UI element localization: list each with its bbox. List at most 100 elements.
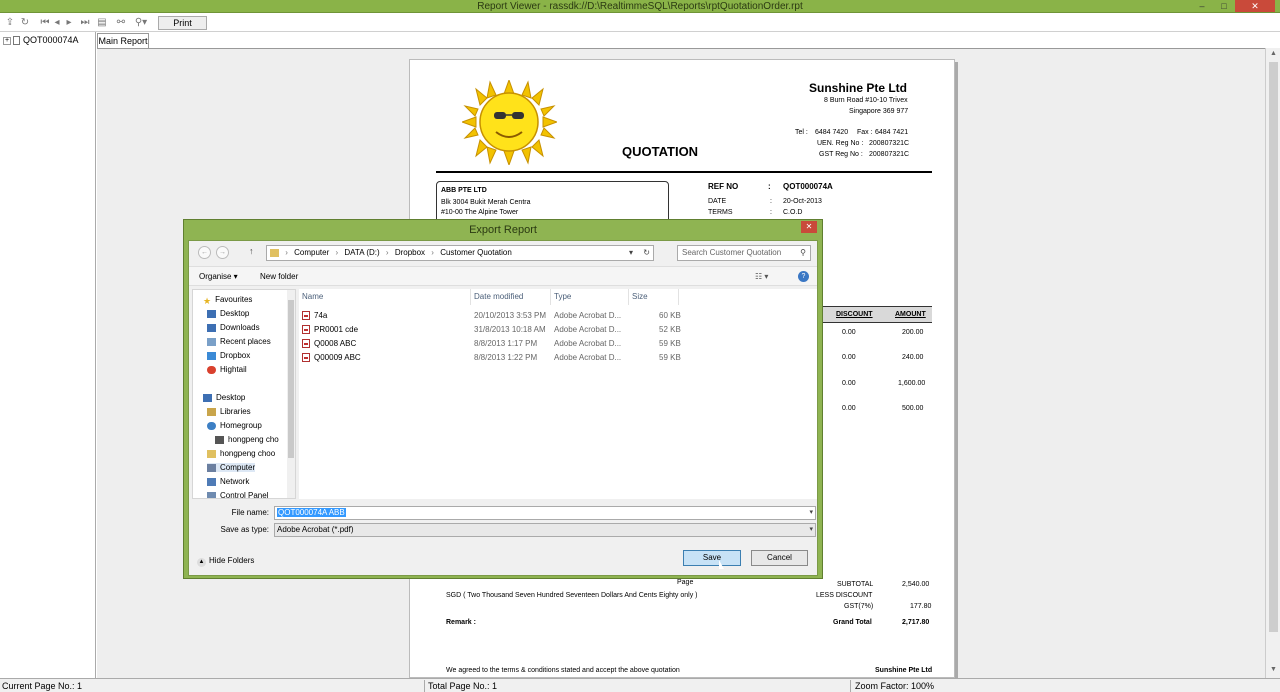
fax-value: 6484 7421 [875,129,909,136]
nav-network[interactable]: Network [207,477,249,486]
scrollbar-thumb[interactable] [288,300,294,458]
breadcrumb-customer-quotation[interactable]: Customer Quotation [440,248,512,257]
breadcrumb-dropbox[interactable]: Dropbox [395,248,425,257]
status-divider [424,680,425,692]
nav-hightail[interactable]: Hightail [207,365,247,374]
refresh-icon[interactable]: ↻ [643,246,650,260]
column-size[interactable]: Size [629,289,679,305]
user-icon [215,435,224,444]
save-type-value: Adobe Acrobat (*.pdf) [277,525,354,534]
tab-main-report[interactable]: Main Report [97,33,149,48]
save-type-dropdown-icon[interactable]: ▾ [809,524,813,536]
help-icon[interactable]: ? [798,271,809,282]
nav-scrollbar[interactable] [287,290,295,498]
address-dropdown-icon[interactable]: ▾ [629,246,633,260]
pdf-file-icon [302,339,310,349]
search-placeholder: Search Customer Quotation [682,248,782,257]
scroll-down-icon[interactable]: ▼ [1266,666,1280,673]
customer-address-1: Blk 3004 Bukit Merah Centra [441,199,531,206]
organise-button[interactable]: Organise ▾ [199,270,238,284]
nav-recent-places[interactable]: Recent places [207,337,271,346]
print-button[interactable]: Print [158,16,207,30]
view-options-icon[interactable]: ☷ ▾ [755,270,768,284]
hide-folders-button[interactable]: ▲ Hide Folders [197,556,254,567]
expand-icon[interactable]: + [3,36,11,45]
column-name[interactable]: Name [299,289,471,305]
file-row[interactable]: PR0001 cde 31/8/2013 10:18 AM Adobe Acro… [299,323,817,337]
discount-header: DISCOUNT [836,311,873,318]
file-row[interactable]: 74a 20/10/2013 3:53 PM Adobe Acrobat D..… [299,309,817,323]
file-name: Q00009 ABC [314,353,361,362]
tree-item[interactable]: + QOT000074A [3,35,79,46]
nav-label: hongpeng choo [220,449,276,458]
dialog-title: Export Report [469,224,537,236]
file-name-input[interactable]: QOT000074A ABB ▾ [274,506,816,520]
nav-user[interactable]: hongpeng cho [215,435,279,444]
back-icon[interactable]: ← [198,246,211,259]
nav-computer[interactable]: Computer [207,463,256,472]
export-icon[interactable]: ⇪ [3,16,17,30]
amount-cell: 500.00 [902,405,924,412]
discount-cell: 0.00 [842,405,856,412]
file-name-dropdown-icon[interactable]: ▾ [809,507,813,519]
nav-label: Homegroup [220,421,262,430]
header-rule [436,171,932,173]
goto-page-icon[interactable]: ▤ [95,16,109,30]
address-bar[interactable]: › Computer › DATA (D:) › Dropbox › Custo… [266,245,654,261]
vertical-scrollbar[interactable]: ▲ ▼ [1265,48,1280,678]
search-icon[interactable]: ⚲ [800,246,806,260]
scrollbar-thumb[interactable] [1269,62,1278,632]
scroll-up-icon[interactable]: ▲ [1266,50,1280,57]
nav-desktop-root[interactable]: Desktop [203,393,245,402]
breadcrumb-drive[interactable]: DATA (D:) [344,248,379,257]
last-page-icon[interactable]: ⏭ [78,16,92,30]
pdf-file-icon [302,325,310,335]
save-button[interactable]: Save [683,550,741,566]
nav-label: Recent places [220,337,271,346]
save-type-select[interactable]: Adobe Acrobat (*.pdf) ▾ [274,523,816,537]
cancel-button[interactable]: Cancel [751,550,808,566]
group-tree: + QOT000074A [0,32,96,678]
file-name-value: QOT000074A ABB [277,508,346,517]
nav-user-folder[interactable]: hongpeng choo [207,449,275,458]
agreement-text: We agreed to the terms & conditions stat… [446,667,680,674]
new-folder-button[interactable]: New folder [260,270,298,284]
nav-favourites[interactable]: ★ Favourites [203,295,252,306]
file-size: 52 KB [659,325,681,334]
terms-label: TERMS [708,209,733,216]
file-row[interactable]: Q0008 ABC 8/8/2013 1:17 PM Adobe Acrobat… [299,337,817,351]
gst-reg-label: GST Reg No : [819,151,863,158]
pdf-file-icon [302,311,310,321]
nav-desktop[interactable]: Desktop [207,309,249,318]
nav-homegroup[interactable]: Homegroup [207,421,262,430]
amount-cell: 200.00 [902,329,924,336]
nav-label: Downloads [220,323,260,332]
up-icon[interactable]: ↑ [249,246,254,256]
next-page-icon[interactable]: ▸ [62,16,76,30]
star-icon: ★ [203,295,212,306]
refresh-icon[interactable]: ↻ [18,16,32,30]
find-icon[interactable]: ⚯ [114,16,128,30]
minimize-button[interactable]: – [1191,0,1213,12]
dialog-close-button[interactable]: ✕ [801,221,817,233]
forward-icon[interactable]: → [216,246,229,259]
zoom-icon[interactable]: ⚲▾ [134,16,148,30]
column-date-modified[interactable]: Date modified [471,289,551,305]
nav-downloads[interactable]: Downloads [207,323,260,332]
file-row[interactable]: Q00009 ABC 8/8/2013 1:22 PM Adobe Acroba… [299,351,817,365]
nav-libraries[interactable]: Libraries [207,407,251,416]
close-button[interactable]: ✕ [1235,0,1275,12]
nav-control-panel[interactable]: Control Panel [207,491,268,498]
path-separator: › [431,248,434,257]
nav-dropbox[interactable]: Dropbox [207,351,250,360]
uen-value: 200807321C [869,140,910,147]
table-header: DISCOUNT AMOUNT [820,306,932,323]
maximize-button[interactable]: □ [1213,0,1235,12]
file-size: 60 KB [659,311,681,320]
breadcrumb-computer[interactable]: Computer [294,248,329,257]
page-icon [13,36,20,46]
grand-total-value: 2,717.80 [902,619,930,626]
search-input[interactable]: Search Customer Quotation ⚲ [677,245,811,261]
column-type[interactable]: Type [551,289,629,305]
command-bar: Organise ▾ New folder ☷ ▾ ? [189,266,817,286]
